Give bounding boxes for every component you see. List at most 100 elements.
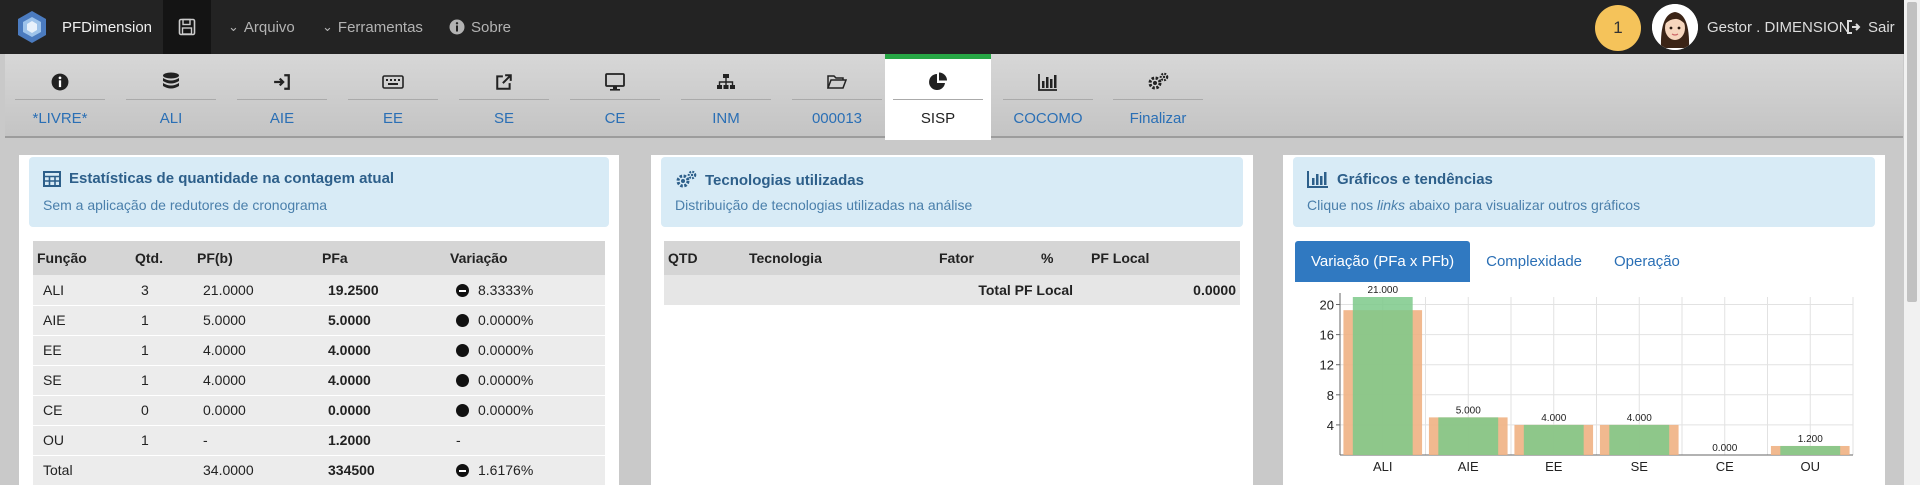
y-tick-label: 12 (1320, 358, 1334, 373)
menu-sobre[interactable]: Sobre (449, 0, 511, 54)
external-link-icon (493, 71, 515, 93)
data-label: 5.000 (1456, 405, 1481, 416)
links-emphasis: links (1377, 197, 1406, 213)
tab-label: SE (493, 110, 514, 127)
user-name[interactable]: Gestor . DIMENSION (1707, 0, 1850, 54)
tab-operacao[interactable]: Operação (1598, 241, 1696, 282)
cell-variacao: 1.6176% (446, 455, 605, 485)
tab-ce[interactable]: CE (562, 54, 668, 138)
cell-pfa: 5.0000 (318, 305, 446, 336)
keyboard-icon (382, 71, 404, 93)
tab-livre[interactable]: *LIVRE* (7, 54, 113, 138)
sign-out-icon (1847, 20, 1861, 34)
tab-sisp[interactable]: SISP (885, 54, 991, 140)
x-tick-label: OU (1801, 459, 1821, 474)
tab-000013[interactable]: 000013 (784, 54, 890, 138)
col-header: Qtd. (131, 241, 193, 275)
cell-variacao: 8.3333% (446, 275, 605, 306)
tab-inm[interactable]: INM (673, 54, 779, 138)
cell-funcao: OU (33, 425, 131, 456)
tech-subtitle: Distribuição de tecnologias utilizadas n… (675, 197, 973, 213)
tab-label: AIE (269, 110, 295, 127)
stats-subtitle: Sem a aplicação de redutores de cronogra… (43, 197, 328, 213)
top-navbar: PFDimension ⌄ Arquivo ⌄ Ferramentas Sobr… (0, 0, 1904, 54)
cell-variacao: 0.0000% (446, 365, 605, 396)
menu-arquivo[interactable]: ⌄ Arquivo (228, 0, 295, 54)
cell-pfb: - (193, 425, 318, 456)
save-button[interactable] (163, 0, 211, 54)
function-tabbar: *LIVRE* ALI AIE EE SE CE INM 000013 SISP… (5, 54, 1903, 140)
table-row: ALI 3 21.0000 19.2500 8.3333% (33, 275, 605, 306)
monitor-icon (604, 71, 626, 93)
cell-pfa: 0.0000 (318, 395, 446, 426)
tab-label: Finalizar (1129, 110, 1187, 127)
tab-label: SISP (920, 110, 956, 127)
gears-icon (676, 170, 697, 188)
database-icon (160, 71, 182, 93)
chevron-down-icon: ⌄ (228, 19, 239, 34)
chart-tabs: Variação (PFa x PFb) Complexidade Operaç… (1295, 241, 1696, 282)
cell-funcao: EE (33, 335, 131, 366)
col-header: Fator (935, 241, 1037, 275)
info-circle-icon (449, 19, 465, 35)
col-header: PF(b) (193, 241, 318, 275)
tab-variacao[interactable]: Variação (PFa x PFb) (1295, 241, 1471, 282)
y-tick-label: 16 (1320, 328, 1334, 343)
tab-label: ALI (159, 110, 183, 127)
menu-ferramentas[interactable]: ⌄ Ferramentas (322, 0, 423, 54)
cell-pfb: 5.0000 (193, 305, 318, 336)
gears-icon (1147, 71, 1169, 93)
tech-title: Tecnologias utilizadas (675, 170, 864, 190)
tech-total-row: Total PF Local 0.0000 (664, 275, 1240, 305)
app-name: PFDimension (62, 18, 153, 36)
tech-panel: Tecnologias utilizadas Distribuição de t… (651, 155, 1253, 485)
user-avatar-icon (1652, 4, 1698, 50)
col-header: PFa (318, 241, 446, 275)
circle-icon (456, 314, 469, 327)
tab-aie[interactable]: AIE (229, 54, 335, 138)
logout-button[interactable]: Sair (1846, 0, 1895, 54)
notification-badge[interactable]: 1 (1595, 5, 1641, 51)
tab-cocomo[interactable]: COCOMO (995, 54, 1101, 138)
table-row: SE 1 4.0000 4.0000 0.0000% (33, 365, 605, 396)
col-header: Tecnologia (745, 241, 935, 275)
avatar[interactable] (1652, 4, 1698, 50)
cell-funcao: ALI (33, 275, 131, 306)
tab-label: 000013 (811, 110, 863, 127)
cell-pfa: 4.0000 (318, 365, 446, 396)
tab-ee[interactable]: EE (340, 54, 446, 138)
chevron-down-icon: ⌄ (322, 19, 333, 34)
x-tick-label: EE (1545, 459, 1563, 474)
cell-pfb: 4.0000 (193, 365, 318, 396)
y-tick-label: 20 (1320, 298, 1334, 313)
variacao-chart: 4 8 12 16 20 21.000 ALI 5.000 AIE 4.000 EE 4.000 SE 0… (1320, 285, 1854, 474)
cell-qtd: 3 (131, 275, 193, 306)
scrollbar-thumb[interactable] (1907, 2, 1917, 302)
tab-finalizar[interactable]: Finalizar (1105, 54, 1211, 138)
cell-pfb: 4.0000 (193, 335, 318, 366)
table-row: OU 1-1.2000- (33, 425, 605, 456)
table-row: AIE 1 5.0000 5.0000 0.0000% (33, 305, 605, 336)
data-label: 4.000 (1627, 413, 1652, 424)
circle-icon (456, 404, 469, 417)
data-label: 0.000 (1712, 443, 1737, 454)
col-header: % (1037, 241, 1087, 275)
tech-info-box: Tecnologias utilizadas Distribuição de t… (661, 157, 1243, 227)
charts-subtitle: Clique nos links abaixo para visualizar … (1307, 197, 1641, 213)
y-tick-label: 4 (1327, 418, 1334, 433)
cell-pfb: 21.0000 (193, 275, 318, 306)
info-icon (49, 71, 71, 93)
menu-arquivo-label: Arquivo (243, 18, 295, 36)
col-header: Função (33, 241, 131, 275)
brand[interactable]: PFDimension (14, 10, 152, 44)
x-tick-label: CE (1716, 459, 1734, 474)
tab-complexidade[interactable]: Complexidade (1470, 241, 1598, 282)
page-scrollbar[interactable] (1904, 0, 1920, 485)
stats-table: Função Qtd. PF(b) PFa Variação ALI 3 21.00… (33, 241, 605, 485)
tab-se[interactable]: SE (451, 54, 557, 138)
bar-pfb (1438, 417, 1499, 455)
menu-ferramentas-label: Ferramentas (337, 18, 423, 36)
circle-icon (456, 374, 469, 387)
stats-panel: Estatísticas de quantidade na contagem a… (19, 155, 619, 485)
tab-ali[interactable]: ALI (118, 54, 224, 138)
